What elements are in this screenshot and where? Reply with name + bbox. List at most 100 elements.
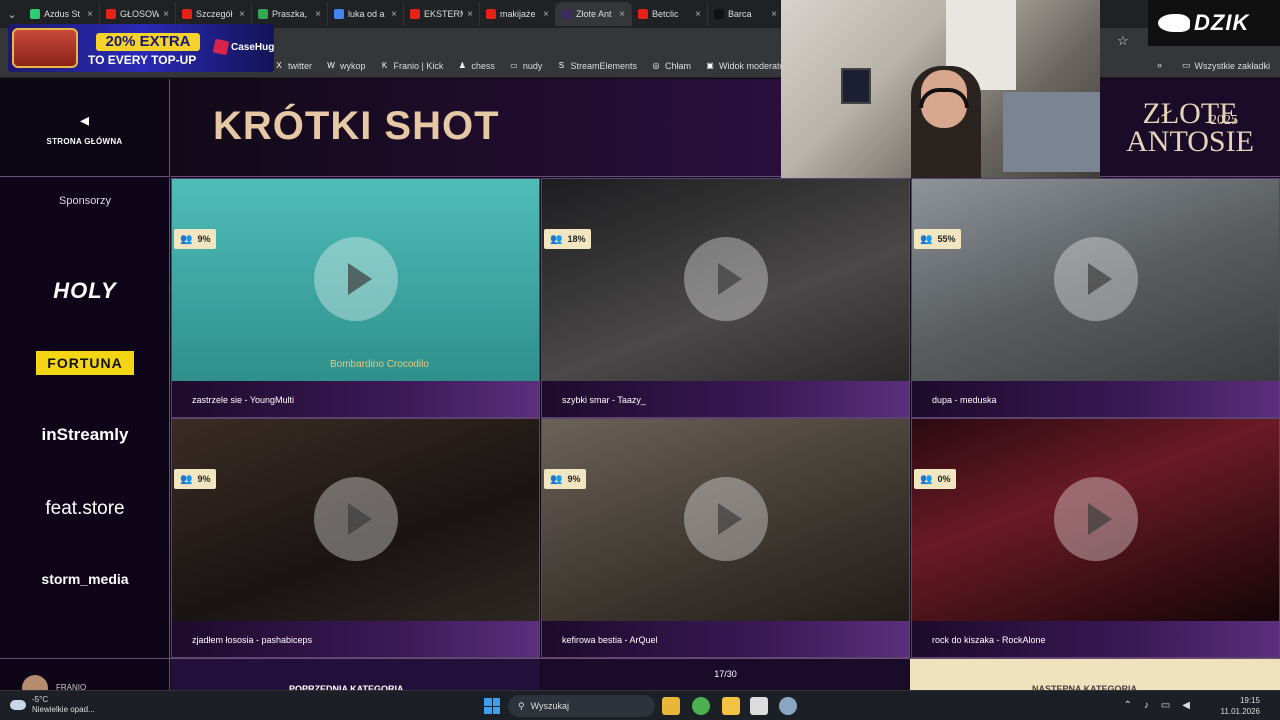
- close-icon[interactable]: ×: [619, 9, 625, 20]
- ad-subline: TO EVERY TOP-UP: [88, 53, 197, 67]
- display-icon[interactable]: ▭: [1161, 700, 1170, 711]
- tab-title: Barca: [728, 9, 752, 19]
- taskbar-search[interactable]: ⚲ Wyszukaj: [508, 695, 655, 717]
- microphone-icon[interactable]: ♪: [1144, 700, 1149, 711]
- bookmark-item[interactable]: Xtwitter: [274, 61, 312, 71]
- close-icon[interactable]: ×: [543, 9, 549, 20]
- all-bookmarks-button[interactable]: ▭ Wszystkie zakładki: [1182, 60, 1270, 71]
- sponsor-holy[interactable]: HOLY: [0, 278, 170, 304]
- chevron-up-icon[interactable]: ⌃: [1123, 700, 1131, 711]
- people-icon: 👥: [550, 233, 563, 245]
- browser-tab[interactable]: EKSTERM ×: [404, 2, 480, 26]
- clip-card[interactable]: 👥 0% rock do kiszaka - RockAlone: [911, 418, 1280, 658]
- sponsor-fortuna[interactable]: FORTUNA: [36, 351, 134, 375]
- webcam-overlay: [781, 0, 1100, 178]
- sponsor-featstore[interactable]: feat.store: [0, 498, 170, 520]
- browser-tab[interactable]: Betclic ×: [632, 2, 708, 26]
- browser-tab[interactable]: Szczegół ×: [176, 2, 252, 26]
- bookmark-item[interactable]: ♟ chess: [457, 61, 495, 71]
- tab-favicon-icon: [182, 9, 192, 19]
- vote-percent: 9%: [567, 474, 581, 484]
- browser-tab[interactable]: Barca ×: [708, 2, 784, 26]
- vote-percent-badge: 👥 9%: [544, 469, 587, 489]
- clock-date: 11.01.2026: [1220, 707, 1260, 716]
- play-icon[interactable]: [314, 237, 398, 321]
- chrome-icon[interactable]: [692, 697, 710, 715]
- vote-percent: 18%: [567, 234, 586, 244]
- vote-percent: 0%: [937, 474, 951, 484]
- tab-title: Betclic: [652, 9, 679, 19]
- close-icon[interactable]: ×: [315, 9, 321, 20]
- close-icon[interactable]: ×: [695, 9, 701, 20]
- notepad-icon[interactable]: [750, 697, 768, 715]
- play-icon[interactable]: [684, 237, 768, 321]
- tab-favicon-icon: [714, 9, 724, 19]
- home-link[interactable]: ◂ STRONA GŁÓWNA: [0, 79, 170, 177]
- play-icon[interactable]: [314, 477, 398, 561]
- clip-watermark: Bombardino Crocodilo: [330, 359, 429, 370]
- tab-favicon-icon: [410, 9, 420, 19]
- sponsor-instreamly[interactable]: inStreamly: [0, 425, 170, 445]
- close-icon[interactable]: ×: [239, 9, 245, 20]
- file-explorer-icon[interactable]: [662, 697, 680, 715]
- browser-tab[interactable]: makijaże ×: [480, 2, 556, 26]
- bookmark-item[interactable]: S StreamElements: [556, 61, 637, 71]
- browser-tab[interactable]: luka od a ×: [328, 2, 404, 26]
- play-icon[interactable]: [1054, 237, 1138, 321]
- close-icon[interactable]: ×: [467, 9, 473, 20]
- browser-tab[interactable]: GŁOSOW ×: [100, 2, 176, 26]
- back-arrow-icon: ◂: [79, 109, 90, 130]
- weather-description: Niewielkie opad...: [32, 705, 95, 714]
- bookmark-label: chess: [471, 60, 495, 71]
- bookmark-item[interactable]: Wwykop: [326, 60, 366, 71]
- sponsor-storm-media[interactable]: storm_media: [0, 571, 170, 587]
- clip-card[interactable]: 👥 9% zjadłem łososia - pashabiceps: [171, 418, 540, 658]
- tab-favicon-icon: [486, 9, 496, 19]
- weather-text: -5°C Niewielkie opad...: [32, 695, 95, 715]
- ad-brand-label: CaseHug: [231, 41, 274, 53]
- bookmark-star-icon[interactable]: ☆: [1117, 33, 1129, 49]
- close-icon[interactable]: ×: [87, 9, 93, 20]
- close-icon[interactable]: ×: [163, 9, 169, 20]
- tab-favicon-icon: [334, 9, 344, 19]
- ad-banner[interactable]: 20% EXTRA TO EVERY TOP-UP CaseHug: [8, 24, 274, 72]
- play-icon[interactable]: [1054, 477, 1138, 561]
- prev-category-button[interactable]: POPRZEDNIA KATEGORIA: [171, 659, 540, 694]
- bookmark-item[interactable]: K Franio | Kick: [380, 61, 444, 71]
- more-bookmarks-icon[interactable]: »: [1157, 60, 1162, 71]
- browser-tab[interactable]: Praszka, ×: [252, 2, 328, 26]
- close-icon[interactable]: ×: [771, 9, 777, 20]
- tab-title: Złote Ant: [576, 9, 612, 19]
- user-panel[interactable]: FRANIO: [0, 659, 170, 701]
- clock-time: 19:15: [1239, 696, 1260, 705]
- play-icon[interactable]: [684, 477, 768, 561]
- bookmark-icon: K: [381, 60, 388, 70]
- clip-card[interactable]: 👥 18% szybki smar - Taazy_: [541, 178, 910, 418]
- clip-title: zastrzele sie - YoungMulti: [172, 381, 539, 417]
- bookmark-icon: ▣: [706, 60, 714, 70]
- vote-percent-badge: 👥 18%: [544, 229, 592, 249]
- boar-icon: [1158, 14, 1190, 32]
- volume-icon[interactable]: ◀: [1182, 700, 1190, 711]
- bookmark-item[interactable]: ▭ nudy: [509, 61, 542, 71]
- app-icon[interactable]: [722, 697, 740, 715]
- tab-favicon-icon: [106, 9, 116, 19]
- people-icon: 👥: [180, 473, 193, 485]
- clip-card[interactable]: 👥 55% dupa - meduska: [911, 178, 1280, 418]
- home-label: STRONA GŁÓWNA: [46, 136, 123, 146]
- clip-card[interactable]: 👥 9% Bombardino Crocodilo zastrzele sie - Y…: [171, 178, 540, 418]
- close-icon[interactable]: ×: [391, 9, 397, 20]
- taskbar-clock[interactable]: 19:15 11.01.2026: [1221, 695, 1260, 717]
- browser-tab[interactable]: Azdus St ×: [24, 2, 100, 26]
- settings-gear-icon[interactable]: [779, 697, 797, 715]
- next-category-button[interactable]: NASTĘPNA KATEGORIA: [910, 659, 1280, 694]
- weather-widget[interactable]: -5°C Niewielkie opad...: [10, 695, 95, 715]
- browser-tab[interactable]: Złote Ant ×: [556, 2, 632, 26]
- windows-start-icon[interactable]: [484, 698, 500, 714]
- bookmark-item[interactable]: ◎ Chłam: [651, 61, 691, 71]
- vote-percent: 9%: [197, 474, 211, 484]
- sponsors-sidebar: Sponsorzy HOLY FORTUNA inStreamly feat.s…: [0, 178, 170, 658]
- bookmark-label: wykop: [340, 60, 366, 71]
- casehug-logo-icon: [212, 38, 230, 56]
- clip-card[interactable]: 👥 9% kefirowa bestia - ArQuel: [541, 418, 910, 658]
